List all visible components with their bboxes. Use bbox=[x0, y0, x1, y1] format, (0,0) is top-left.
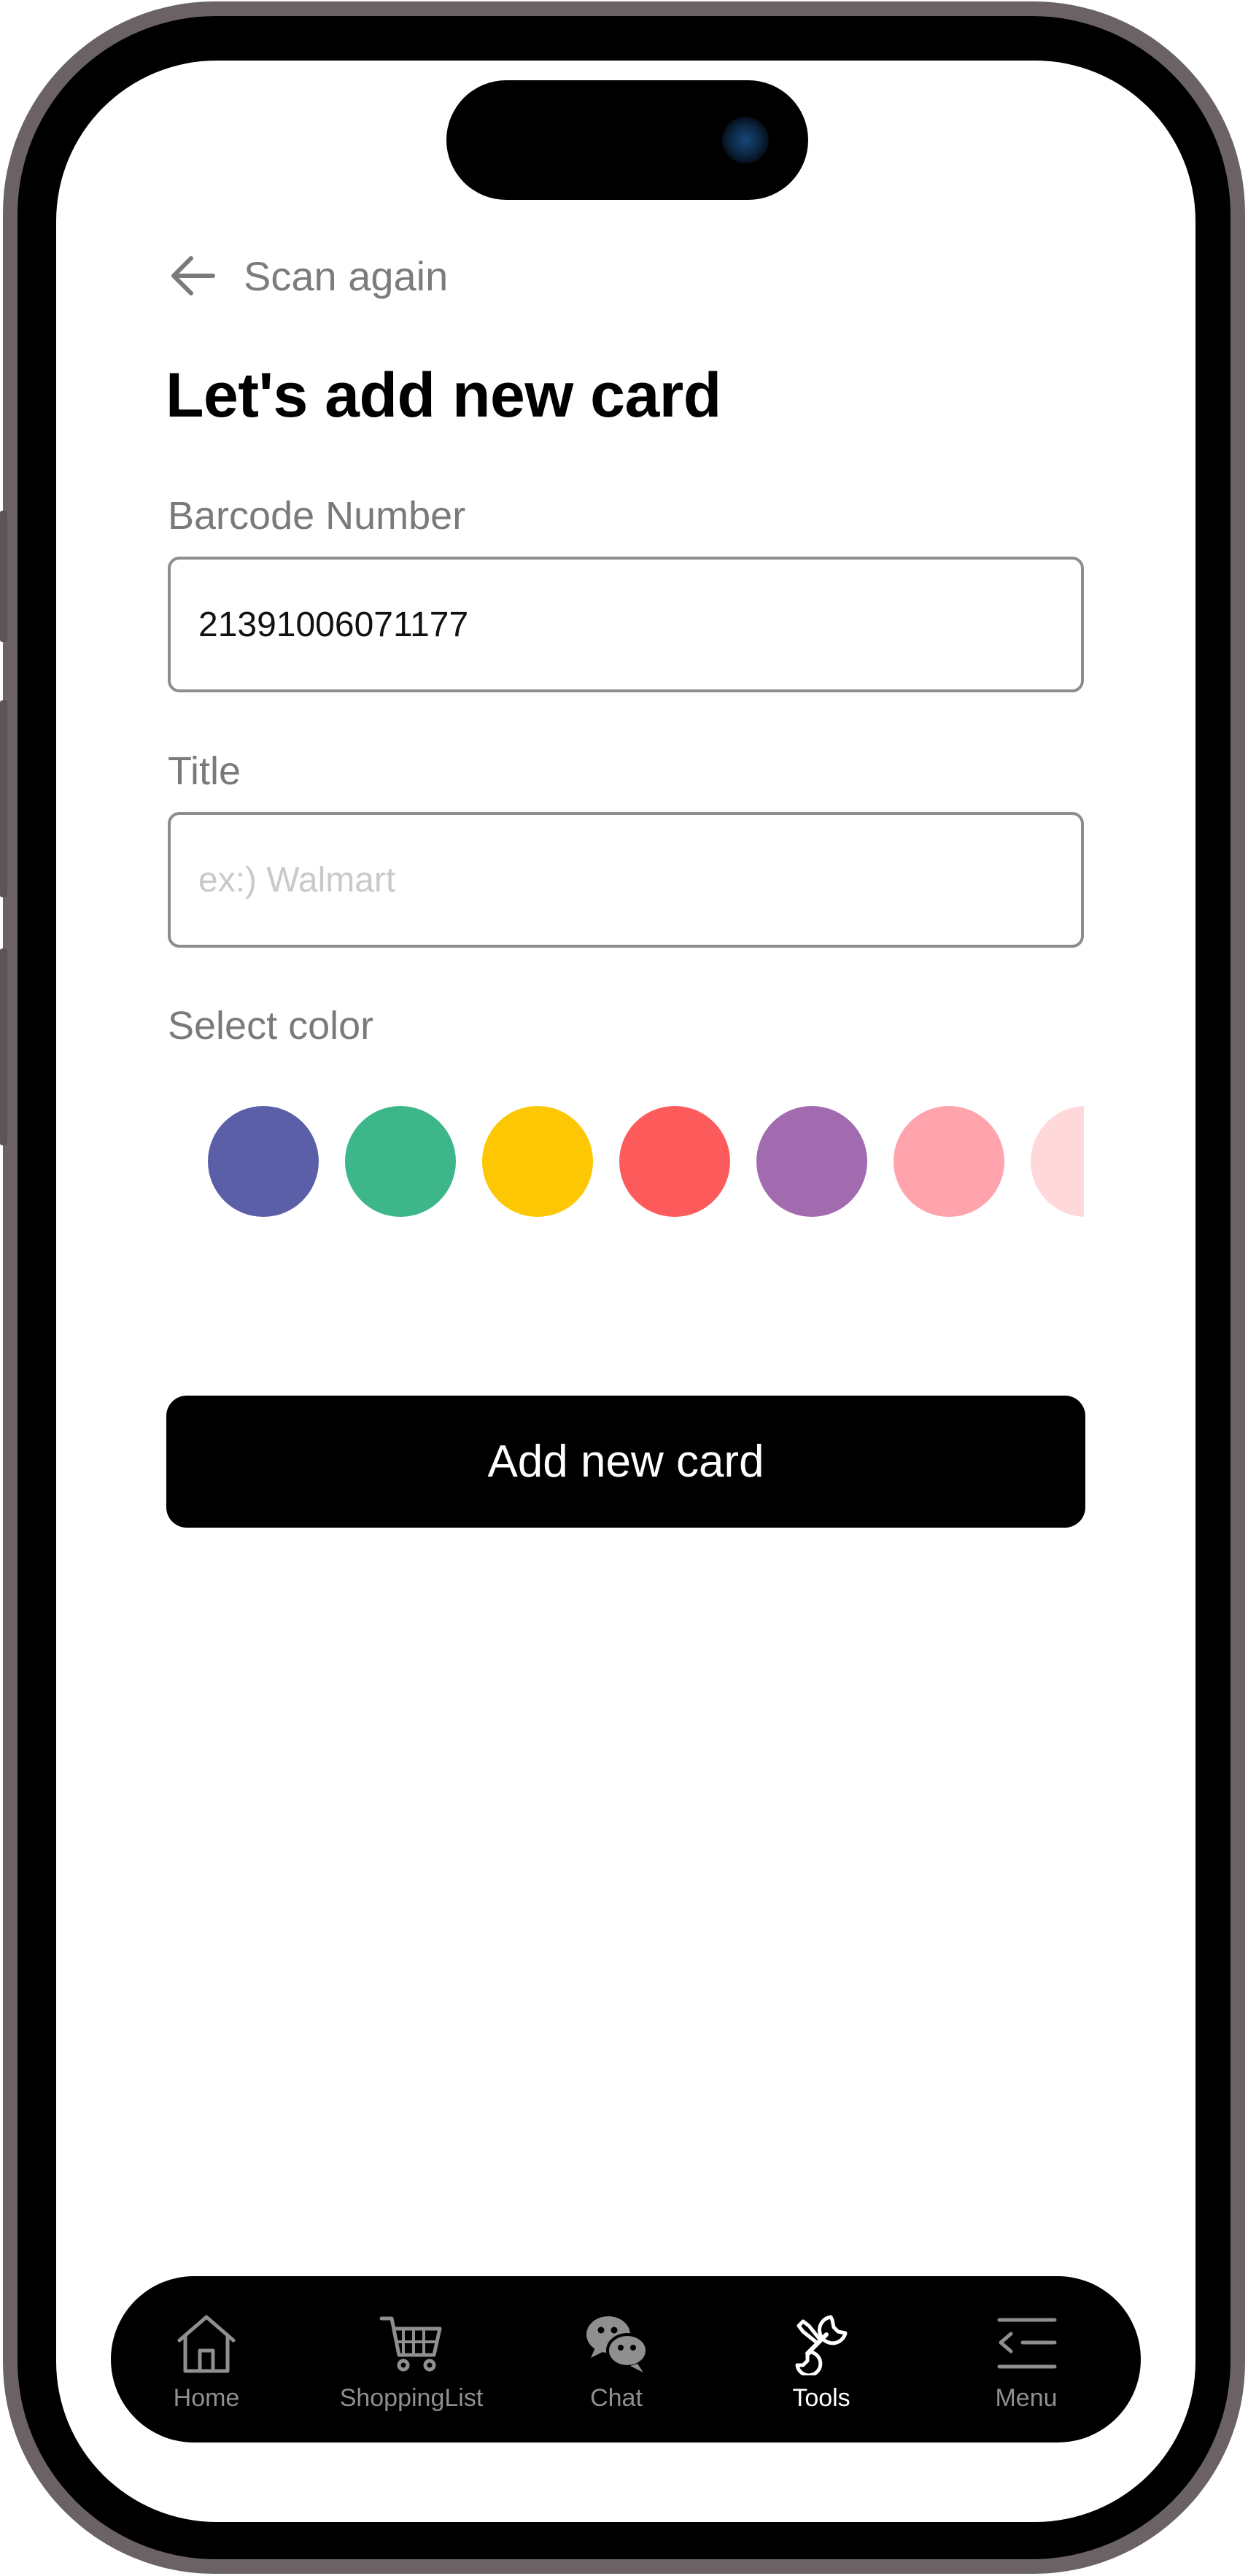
dynamic-island bbox=[446, 80, 808, 200]
title-field[interactable] bbox=[168, 812, 1084, 948]
action-button bbox=[0, 511, 7, 642]
scan-again-link[interactable]: Scan again bbox=[169, 247, 448, 305]
select-color-label: Select color bbox=[168, 1004, 374, 1048]
home-icon bbox=[177, 2315, 236, 2373]
volume-down-button bbox=[0, 948, 7, 1145]
add-new-card-button[interactable]: Add new card bbox=[166, 1396, 1085, 1528]
page-title: Let's add new card bbox=[166, 360, 721, 430]
volume-up-button bbox=[0, 700, 7, 897]
color-swatch-light-pink[interactable] bbox=[1031, 1106, 1084, 1217]
color-swatch-purple[interactable] bbox=[756, 1106, 867, 1217]
title-input[interactable] bbox=[198, 859, 1081, 900]
app-screen: Scan again Let's add new card Barcode Nu… bbox=[56, 61, 1195, 2522]
barcode-field[interactable] bbox=[168, 557, 1084, 692]
menu-icon bbox=[997, 2318, 1057, 2369]
tab-label-tools: Tools bbox=[792, 2384, 850, 2412]
cart-icon bbox=[379, 2316, 442, 2372]
color-swatch-row[interactable] bbox=[168, 1106, 1084, 1223]
color-swatch-red[interactable] bbox=[619, 1106, 730, 1217]
tab-label-menu: Menu bbox=[995, 2384, 1058, 2412]
bottom-tab-bar: Home ShoppingList Chat Tools Menu bbox=[111, 2276, 1141, 2442]
tools-icon bbox=[795, 2315, 848, 2375]
tab-chat[interactable]: Chat bbox=[525, 2276, 708, 2442]
tab-tools[interactable]: Tools bbox=[730, 2276, 912, 2442]
title-label: Title bbox=[168, 749, 241, 793]
tab-menu[interactable]: Menu bbox=[935, 2276, 1117, 2442]
barcode-input[interactable] bbox=[198, 604, 1081, 645]
tab-label-shoppinglist: ShoppingList bbox=[339, 2384, 484, 2412]
front-camera bbox=[722, 117, 769, 163]
color-swatch-pink[interactable] bbox=[894, 1106, 1004, 1217]
arrow-left-icon bbox=[171, 256, 215, 295]
tab-label-chat: Chat bbox=[590, 2384, 643, 2412]
chat-icon bbox=[586, 2316, 648, 2372]
tab-home[interactable]: Home bbox=[115, 2276, 298, 2442]
tab-label-home: Home bbox=[173, 2384, 240, 2412]
barcode-label: Barcode Number bbox=[168, 494, 466, 538]
tab-shoppinglist[interactable]: ShoppingList bbox=[320, 2276, 503, 2442]
color-swatch-indigo[interactable] bbox=[208, 1106, 319, 1217]
color-swatch-green[interactable] bbox=[345, 1106, 456, 1217]
color-swatch-yellow[interactable] bbox=[482, 1106, 593, 1217]
scan-again-label: Scan again bbox=[244, 252, 449, 299]
